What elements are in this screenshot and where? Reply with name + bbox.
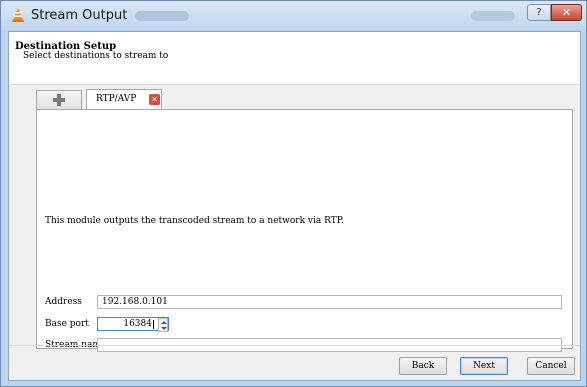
base-port-value: 16384 xyxy=(123,319,152,329)
tab-label: RTP/AVP xyxy=(96,94,137,104)
plus-icon xyxy=(53,94,65,106)
back-button[interactable]: Back xyxy=(399,357,447,375)
text-caret xyxy=(153,320,154,329)
vlc-cone-icon xyxy=(12,8,24,22)
cancel-button[interactable]: Cancel xyxy=(527,357,575,375)
dialog-client-area: Destination Setup Select destinations to… xyxy=(8,31,581,381)
blurred-title-suffix xyxy=(135,11,189,21)
base-port-label: Base port xyxy=(45,319,89,329)
close-window-button[interactable]: ✕ xyxy=(551,4,582,21)
close-tab-icon[interactable]: ✕ xyxy=(149,94,160,105)
window-title: Stream Output xyxy=(31,8,128,23)
rtp-settings-panel: This module outputs the transcoded strea… xyxy=(36,109,573,352)
module-description: This module outputs the transcoded strea… xyxy=(45,216,344,226)
add-destination-tab[interactable] xyxy=(36,90,82,109)
wizard-header: Destination Setup Select destinations to… xyxy=(9,32,580,85)
tab-rtp-avp[interactable]: RTP/AVP ✕ xyxy=(86,89,162,110)
title-bar[interactable]: Stream Output ? ✕ xyxy=(1,1,586,31)
port-spin-buttons[interactable] xyxy=(158,318,168,332)
footer-divider xyxy=(9,345,580,346)
stream-output-window: Stream Output ? ✕ Destination Setup Sele… xyxy=(0,0,587,387)
address-field[interactable]: 192.168.0.101 xyxy=(97,295,562,309)
spin-down-icon[interactable] xyxy=(161,327,167,330)
page-subtitle: Select destinations to stream to xyxy=(23,51,169,61)
spin-up-icon[interactable] xyxy=(161,321,167,324)
blurred-title-area xyxy=(471,11,515,21)
address-label: Address xyxy=(45,297,82,307)
base-port-stepper[interactable]: 16384 xyxy=(97,317,169,332)
next-button[interactable]: Next xyxy=(460,357,508,375)
help-button[interactable]: ? xyxy=(527,4,551,21)
